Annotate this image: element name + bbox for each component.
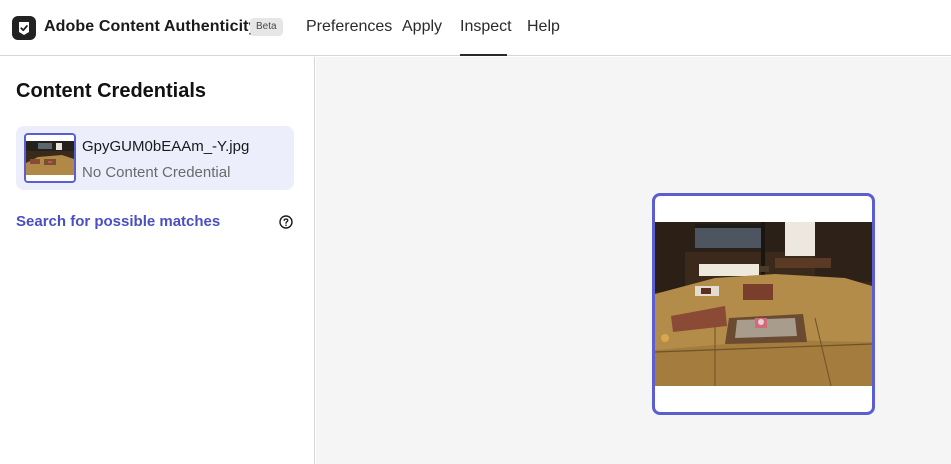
- app-logo-icon[interactable]: [12, 16, 36, 40]
- question-circle-icon[interactable]: [279, 215, 293, 229]
- app-header: Adobe Content Authenticity Beta Preferen…: [0, 0, 951, 56]
- sidebar: Content Credentials GpyGUM0bEAAm_-Y.jpg …: [0, 57, 315, 464]
- file-name: GpyGUM0bEAAm_-Y.jpg: [82, 138, 250, 155]
- nav-inspect[interactable]: Inspect: [460, 18, 512, 36]
- thumbnail-image: [26, 135, 74, 181]
- file-thumbnail: [24, 133, 76, 183]
- file-status: No Content Credential: [82, 164, 231, 181]
- sidebar-title: Content Credentials: [16, 80, 207, 102]
- nav-apply[interactable]: Apply: [402, 18, 442, 36]
- beta-badge: Beta: [250, 18, 283, 36]
- file-card[interactable]: GpyGUM0bEAAm_-Y.jpg No Content Credentia…: [16, 126, 294, 190]
- image-preview[interactable]: [652, 193, 875, 415]
- active-tab-indicator: [460, 54, 507, 56]
- inspect-canvas: [316, 57, 951, 464]
- search-possible-matches-link[interactable]: Search for possible matches: [16, 213, 220, 230]
- preview-image: [655, 222, 872, 386]
- nav-help[interactable]: Help: [527, 18, 560, 36]
- nav-preferences[interactable]: Preferences: [306, 18, 392, 36]
- app-title: Adobe Content Authenticity: [44, 18, 258, 35]
